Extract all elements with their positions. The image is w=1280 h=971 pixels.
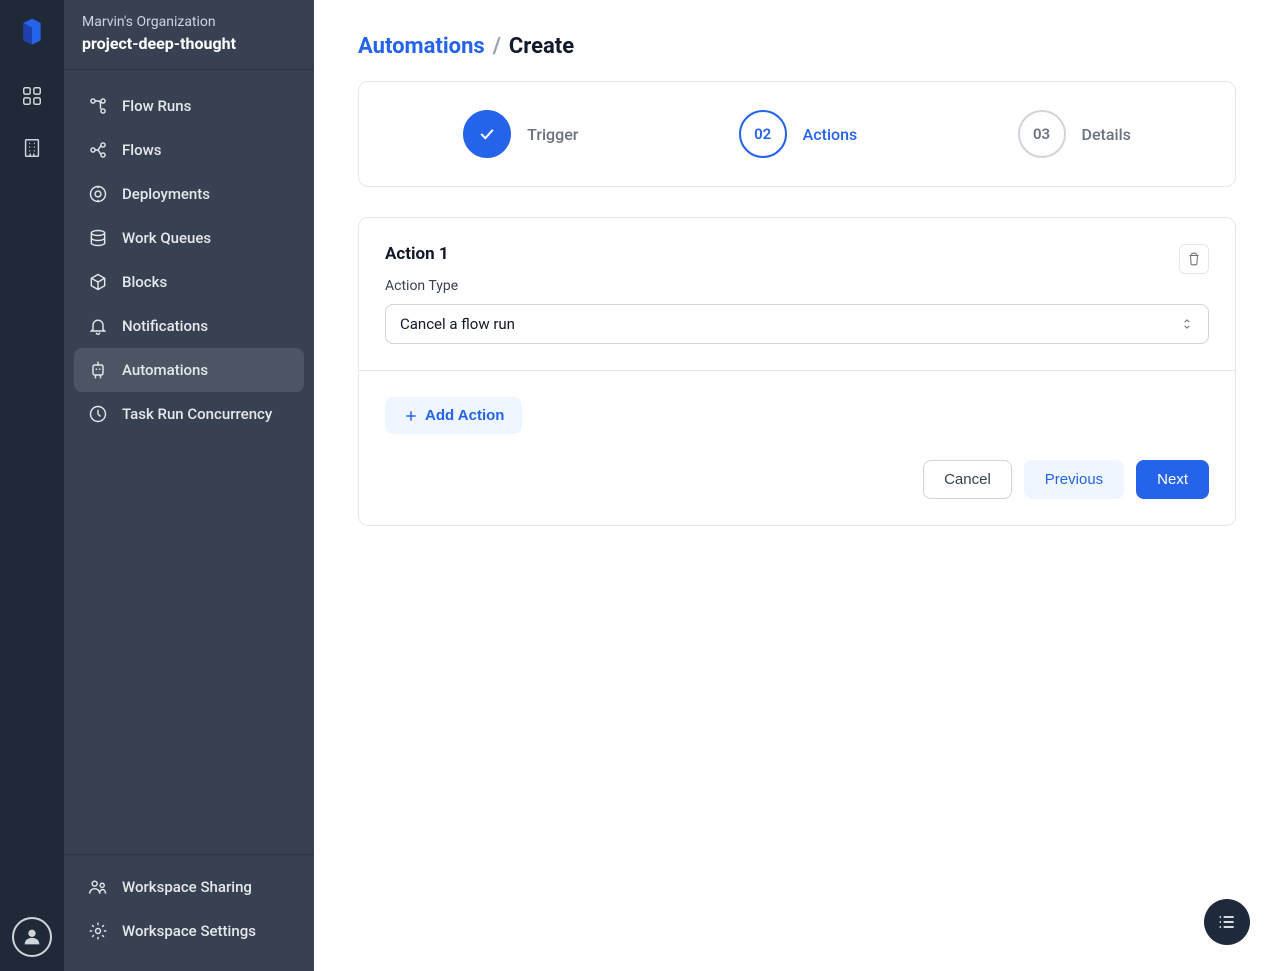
next-button[interactable]: Next xyxy=(1136,460,1209,499)
sidebar-item-label: Workspace Settings xyxy=(122,922,256,940)
step-trigger[interactable]: Trigger xyxy=(463,110,578,158)
sidebar-nav: Flow Runs Flows Deployments Work Queues … xyxy=(64,70,314,854)
sidebar-item-label: Deployments xyxy=(122,185,210,203)
trash-icon xyxy=(1187,252,1201,266)
sidebar-item-deployments[interactable]: Deployments xyxy=(74,172,304,216)
account-icon[interactable] xyxy=(12,917,52,957)
sidebar-item-label: Notifications xyxy=(122,317,208,335)
app-rail xyxy=(0,0,64,971)
step-label: Trigger xyxy=(527,125,578,144)
breadcrumb: Automations / Create xyxy=(358,34,1236,59)
workspace-header[interactable]: Marvin's Organization project-deep-thoug… xyxy=(64,0,314,70)
breadcrumb-root[interactable]: Automations xyxy=(358,34,485,59)
plus-icon xyxy=(403,408,419,424)
form-footer: Cancel Previous Next xyxy=(359,460,1235,525)
sidebar-item-label: Blocks xyxy=(122,273,167,291)
step-details[interactable]: 03 Details xyxy=(1018,110,1131,158)
breadcrumb-leaf: Create xyxy=(509,34,574,59)
step-actions[interactable]: 02 Actions xyxy=(739,110,858,158)
chevron-updown-icon xyxy=(1180,317,1194,331)
org-name: Marvin's Organization xyxy=(82,14,296,30)
sidebar-item-notifications[interactable]: Notifications xyxy=(74,304,304,348)
action-form: Action 1 Action Type Cancel a flow run A… xyxy=(358,217,1236,526)
field-label: Action Type xyxy=(385,278,1209,294)
list-icon xyxy=(1217,912,1237,932)
action-type-select[interactable]: Cancel a flow run xyxy=(385,304,1209,344)
step-label: Details xyxy=(1082,125,1131,144)
sidebar-item-work-queues[interactable]: Work Queues xyxy=(74,216,304,260)
sidebar: Marvin's Organization project-deep-thoug… xyxy=(64,0,314,971)
project-name: project-deep-thought xyxy=(82,34,296,53)
wizard-steps: Trigger 02 Actions 03 Details xyxy=(358,81,1236,187)
sidebar-item-automations[interactable]: Automations xyxy=(74,348,304,392)
step-number: 03 xyxy=(1018,110,1066,158)
sidebar-item-label: Work Queues xyxy=(122,229,211,247)
sidebar-item-label: Workspace Sharing xyxy=(122,878,252,896)
app-logo[interactable] xyxy=(16,14,48,58)
sidebar-item-label: Flow Runs xyxy=(122,97,191,115)
sidebar-item-flow-runs[interactable]: Flow Runs xyxy=(74,84,304,128)
cancel-button[interactable]: Cancel xyxy=(923,460,1012,499)
breadcrumb-sep: / xyxy=(493,34,501,59)
step-label: Actions xyxy=(803,125,858,144)
delete-action-button[interactable] xyxy=(1179,244,1209,274)
main-content: Automations / Create Trigger 02 Actions … xyxy=(314,0,1280,971)
sidebar-footer: Workspace Sharing Workspace Settings xyxy=(64,854,314,971)
sidebar-item-label: Flows xyxy=(122,141,161,159)
sidebar-item-workspace-settings[interactable]: Workspace Settings xyxy=(74,909,304,953)
add-action-label: Add Action xyxy=(425,407,504,424)
sidebar-item-task-run-concurrency[interactable]: Task Run Concurrency xyxy=(74,392,304,436)
add-action-button[interactable]: Add Action xyxy=(385,397,522,434)
building-icon[interactable] xyxy=(14,130,50,166)
sidebar-item-workspace-sharing[interactable]: Workspace Sharing xyxy=(74,865,304,909)
dashboard-icon[interactable] xyxy=(14,78,50,114)
step-number: 02 xyxy=(739,110,787,158)
sidebar-item-label: Automations xyxy=(122,361,208,379)
select-value: Cancel a flow run xyxy=(400,315,515,333)
action-title: Action 1 xyxy=(385,244,449,264)
previous-button[interactable]: Previous xyxy=(1024,460,1124,499)
help-float-button[interactable] xyxy=(1204,899,1250,945)
sidebar-item-flows[interactable]: Flows xyxy=(74,128,304,172)
sidebar-item-blocks[interactable]: Blocks xyxy=(74,260,304,304)
check-icon xyxy=(463,110,511,158)
sidebar-item-label: Task Run Concurrency xyxy=(122,405,272,423)
